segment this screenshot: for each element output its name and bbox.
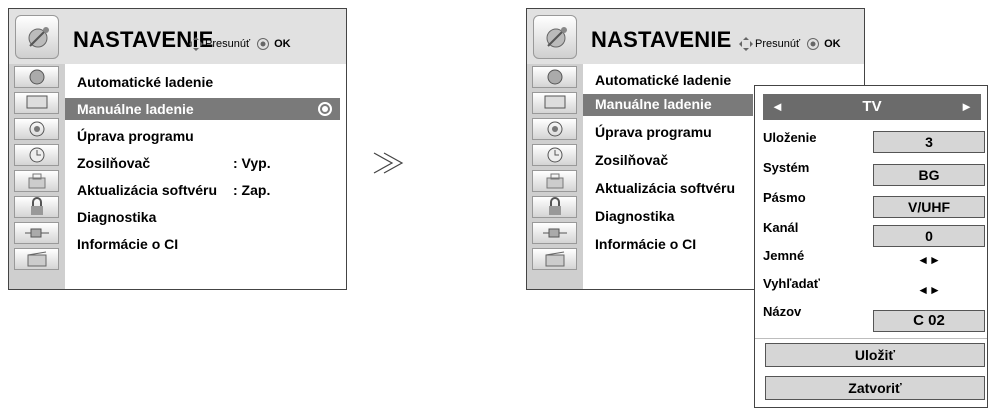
menu-item-label: Informácie o CI <box>77 236 179 252</box>
navigation-hint: Presunúť OK <box>189 37 291 51</box>
menu-item[interactable]: Informácie o CI <box>595 236 696 252</box>
manual-tuning-submenu: ◄ TV ► Uloženie 3 Systém BG Pásmo V/UHF … <box>754 85 988 408</box>
clapper-icon[interactable] <box>532 248 577 270</box>
move-arrows-icon <box>189 37 203 51</box>
menu-list: Automatické ladenie Manuálne ladenie Úpr… <box>65 64 346 289</box>
menu-item-label: Automatické ladenie <box>595 72 732 88</box>
menu-item-label: Zosilňovač <box>595 152 669 168</box>
field-label: Jemné <box>763 248 805 263</box>
system-field[interactable]: BG <box>873 164 985 186</box>
close-button[interactable]: Zatvoriť <box>765 376 985 400</box>
setup-menu-left: NASTAVENIE Presunúť OK Automatické laden… <box>8 8 347 290</box>
ok-button-icon <box>257 38 270 50</box>
menu-item-label: Zosilňovač <box>77 155 151 171</box>
divider <box>755 338 987 339</box>
menu-item-label: Diagnostika <box>595 208 675 224</box>
menu-item[interactable]: Automatické ladenie <box>77 74 213 90</box>
category-icon-bar <box>527 64 583 289</box>
move-hint-label: Presunúť <box>205 38 251 50</box>
ok-hint-label: OK <box>274 38 291 50</box>
channel-field[interactable]: 0 <box>873 225 985 247</box>
save-button[interactable]: Uložiť <box>765 343 985 367</box>
menu-item-label: Diagnostika <box>77 209 157 225</box>
setup-logo-icon <box>533 15 577 59</box>
storage-field[interactable]: 3 <box>873 131 985 153</box>
field-label: Vyhľadať <box>763 276 820 291</box>
category-icon-bar <box>9 64 65 289</box>
fine-tune-arrows-icon[interactable]: ◄► <box>873 250 985 272</box>
menu-item-label: Aktualizácia softvéru <box>77 182 218 198</box>
menu-item[interactable]: Aktualizácia softvéru : Zap. <box>77 182 270 198</box>
satellite-icon[interactable] <box>532 66 577 88</box>
padlock-icon[interactable] <box>14 196 59 218</box>
menu-item-label: Manuálne ladenie <box>595 96 712 112</box>
menu-item[interactable]: Úprava programu <box>595 124 712 140</box>
menu-item-label: Úprava programu <box>595 124 712 140</box>
plug-icon[interactable] <box>14 222 59 244</box>
search-arrows-icon[interactable]: ◄► <box>873 280 985 302</box>
field-label: Kanál <box>763 220 799 235</box>
menu-header: NASTAVENIE Presunúť OK <box>9 9 346 64</box>
menu-item[interactable]: Automatické ladenie <box>595 72 731 88</box>
move-arrows-icon <box>739 37 753 51</box>
ok-hint-label: OK <box>824 38 841 50</box>
clock-icon[interactable] <box>14 144 59 166</box>
menu-item-label: Informácie o CI <box>595 236 697 252</box>
menu-item[interactable]: Diagnostika <box>77 209 156 225</box>
band-field[interactable]: V/UHF <box>873 196 985 218</box>
menu-header: NASTAVENIE Presunúť OK <box>527 9 864 64</box>
setup-logo-icon <box>15 15 59 59</box>
menu-item-label: Manuálne ladenie <box>77 101 194 117</box>
field-label: Názov <box>763 304 802 319</box>
menu-item[interactable]: Zosilňovač <box>595 152 668 168</box>
clock-icon[interactable] <box>532 144 577 166</box>
satellite-icon[interactable] <box>14 66 59 88</box>
transition-arrow-icon <box>372 150 406 181</box>
menu-item-label: Automatické ladenie <box>77 74 214 90</box>
menu-item-selected[interactable]: Manuálne ladenie <box>77 101 194 117</box>
padlock-icon[interactable] <box>532 196 577 218</box>
menu-item-label: Aktualizácia softvéru <box>595 180 736 196</box>
monitor-icon[interactable] <box>14 92 59 114</box>
menu-item-value: : Vyp. <box>233 155 271 171</box>
speaker-icon[interactable] <box>14 118 59 140</box>
source-selector[interactable]: ◄ TV ► <box>763 94 981 120</box>
plug-icon[interactable] <box>532 222 577 244</box>
clapper-icon[interactable] <box>14 248 59 270</box>
menu-item[interactable]: Informácie o CI <box>77 236 178 252</box>
menu-item-label: Úprava programu <box>77 128 194 144</box>
field-label: Uloženie <box>763 130 817 145</box>
ok-button-icon <box>807 38 820 50</box>
field-label: Pásmo <box>763 190 806 205</box>
menu-item[interactable]: Diagnostika <box>595 208 674 224</box>
menu-item[interactable]: Aktualizácia softvéru <box>595 180 735 196</box>
selected-radio-icon <box>318 102 332 116</box>
menu-item-selected[interactable]: Manuálne ladenie <box>595 96 712 112</box>
speaker-icon[interactable] <box>532 118 577 140</box>
menu-title: NASTAVENIE <box>591 27 732 52</box>
monitor-icon[interactable] <box>532 92 577 114</box>
move-hint-label: Presunúť <box>755 38 801 50</box>
lock-icon[interactable] <box>14 170 59 192</box>
menu-item[interactable]: Zosilňovač : Vyp. <box>77 155 271 171</box>
field-label: Systém <box>763 160 810 175</box>
menu-item[interactable]: Úprava programu <box>77 128 194 144</box>
name-field[interactable]: C 02 <box>873 310 985 332</box>
menu-item-value: : Zap. <box>233 182 271 198</box>
navigation-hint: Presunúť OK <box>739 37 841 51</box>
source-value: TV <box>862 98 882 115</box>
source-right-arrow-icon[interactable]: ► <box>960 99 973 114</box>
lock-icon[interactable] <box>532 170 577 192</box>
